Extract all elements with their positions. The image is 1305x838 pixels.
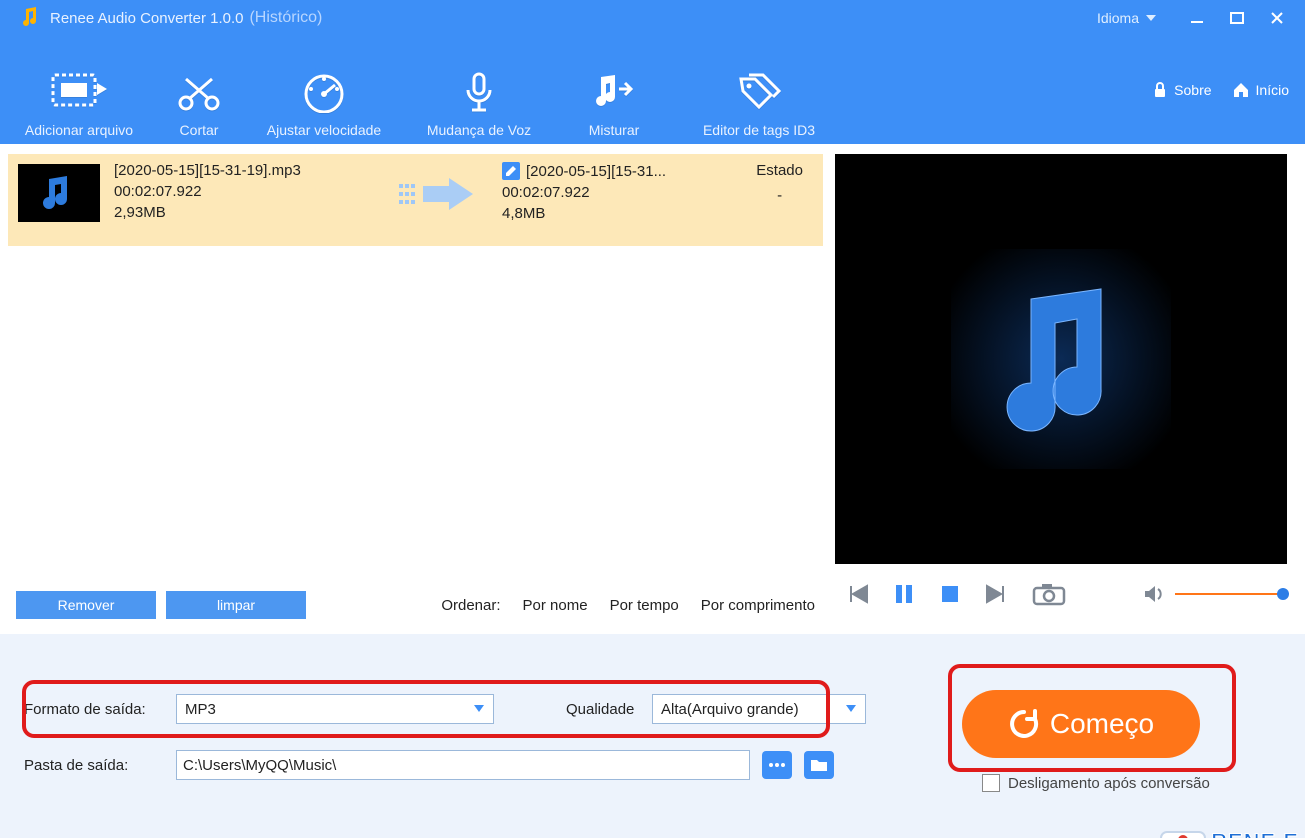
start-button[interactable]: Começo: [962, 690, 1200, 758]
state-value: -: [777, 187, 782, 204]
sort-by-length[interactable]: Por comprimento: [701, 597, 815, 614]
source-duration: 00:02:07.922: [114, 183, 374, 200]
brand-logo: RENE.E Laboratory: [1155, 822, 1299, 838]
scissors-icon: [176, 62, 222, 122]
clear-button[interactable]: limpar: [166, 591, 306, 619]
lock-icon: [1152, 82, 1168, 98]
main-toolbar: Adicionar arquivo Cortar Ajustar velocid…: [0, 36, 1305, 144]
output-filename: [2020-05-15][15-31...: [526, 163, 666, 180]
close-button[interactable]: [1257, 0, 1297, 36]
file-list: [2020-05-15][15-31-19].mp3 00:02:07.922 …: [8, 154, 823, 584]
snapshot-button[interactable]: [1029, 581, 1069, 607]
sort-label: Ordenar:: [441, 597, 500, 614]
volume-icon[interactable]: [1141, 581, 1167, 607]
add-file-button[interactable]: Adicionar arquivo: [4, 62, 154, 138]
quality-label: Qualidade: [566, 701, 640, 718]
chevron-down-icon: [473, 704, 485, 714]
quality-select[interactable]: Alta(Arquivo grande): [652, 694, 866, 724]
checkbox-icon: [982, 774, 1000, 792]
output-size: 4,8MB: [502, 205, 722, 222]
source-filename: [2020-05-15][15-31-19].mp3: [114, 162, 374, 179]
chevron-down-icon: [845, 704, 857, 714]
refresh-icon: [1008, 708, 1040, 740]
home-link[interactable]: Início: [1232, 82, 1289, 98]
titlebar: Renee Audio Converter 1.0.0 (Histórico) …: [0, 0, 1305, 36]
about-link[interactable]: Sobre: [1152, 82, 1211, 98]
app-subtitle: (Histórico): [249, 9, 322, 27]
output-duration: 00:02:07.922: [502, 184, 722, 201]
speed-button[interactable]: Ajustar velocidade: [244, 62, 404, 138]
preview-pane: [835, 154, 1287, 564]
format-label: Formato de saída:: [24, 701, 164, 718]
volume-slider[interactable]: [1175, 593, 1285, 595]
format-select[interactable]: MP3: [176, 694, 494, 724]
id3-editor-button[interactable]: Editor de tags ID3: [674, 62, 844, 138]
state-header: Estado: [756, 162, 803, 179]
output-folder-input[interactable]: C:\Users\MyQQ\Music\: [176, 750, 750, 780]
sort-by-time[interactable]: Por tempo: [610, 597, 679, 614]
remove-button[interactable]: Remover: [16, 591, 156, 619]
browse-folder-button[interactable]: [804, 751, 834, 779]
stop-button[interactable]: [937, 581, 963, 607]
source-size: 2,93MB: [114, 204, 374, 221]
tags-icon: [735, 62, 783, 122]
edit-icon[interactable]: [502, 162, 520, 180]
next-button[interactable]: [983, 581, 1009, 607]
music-mix-icon: [591, 62, 637, 122]
sort-by-name[interactable]: Por nome: [523, 597, 588, 614]
prev-button[interactable]: [845, 581, 871, 607]
app-title: Renee Audio Converter 1.0.0: [50, 10, 243, 27]
microphone-icon: [456, 62, 502, 122]
home-icon: [1232, 82, 1250, 98]
gauge-icon: [301, 62, 347, 122]
cut-button[interactable]: Cortar: [154, 62, 244, 138]
more-button[interactable]: [762, 751, 792, 779]
voice-change-button[interactable]: Mudança de Voz: [404, 62, 554, 138]
file-row[interactable]: [2020-05-15][15-31-19].mp3 00:02:07.922 …: [8, 154, 823, 246]
shutdown-checkbox[interactable]: Desligamento após conversão: [982, 774, 1210, 792]
language-label: Idioma: [1097, 10, 1139, 26]
app-logo-icon: [18, 5, 44, 31]
chevron-down-icon: [1145, 13, 1157, 23]
output-folder-label: Pasta de saída:: [24, 757, 164, 774]
mix-button[interactable]: Misturar: [554, 62, 674, 138]
convert-arrow-icon: [388, 156, 488, 232]
language-dropdown[interactable]: Idioma: [1097, 10, 1157, 26]
film-add-icon: [51, 62, 107, 122]
file-thumbnail: [18, 164, 100, 222]
minimize-button[interactable]: [1177, 0, 1217, 36]
pause-button[interactable]: [891, 581, 917, 607]
maximize-button[interactable]: [1217, 0, 1257, 36]
